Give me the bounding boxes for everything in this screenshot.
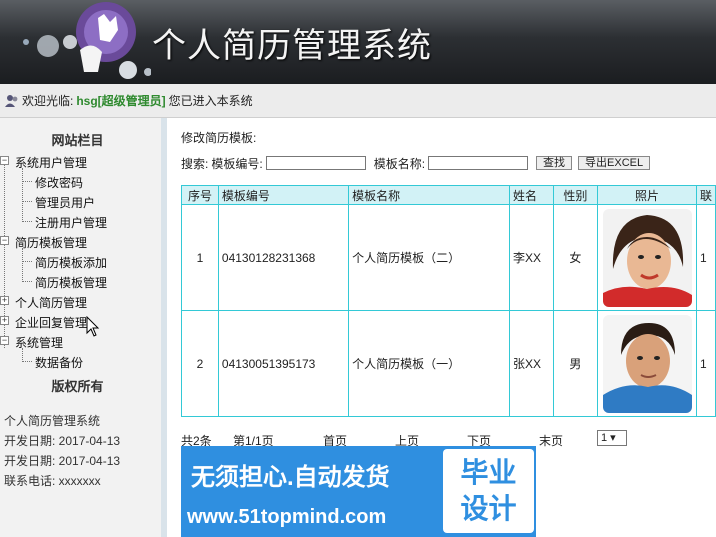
search-bar: 搜索: 模板编号: 模板名称: 查找 导出EXCEL [181,155,656,171]
cell-template-code: 04130051395173 [217,310,350,417]
cell-photo [597,310,697,417]
tree-branch [22,168,23,222]
banner-stamp: 毕业 设计 [443,449,534,533]
copyright-title: 版权所有 [51,380,104,395]
user-icon [5,94,18,107]
collapse-icon[interactable]: − [0,236,9,245]
table-header-row: 序号 模板编号 模板名称 姓名 性别 照片 联 [181,185,716,205]
sidebar-item-admin-users[interactable]: 管理员用户 [35,194,95,211]
sidebar-group-system-mgmt[interactable]: 系统管理 [15,334,63,351]
page-title: 修改简历模板: [181,131,257,145]
search-button[interactable]: 查找 [536,156,573,170]
sidebar-item-change-password[interactable]: 修改密码 [35,174,83,191]
sidebar-item-registered-users[interactable]: 注册用户管理 [35,214,107,231]
info-phone: 联系电话: xxxxxxx [4,474,101,488]
template-table: 序号 模板编号 模板名称 姓名 性别 照片 联 1 04130128231368… [181,185,716,417]
cell-contact: 1 [695,204,716,311]
info-dev-date-2: 开发日期: 2017-04-13 [4,454,121,468]
promo-banner: 无须担心.自动发货 www.51topmind.com 毕业 设计 [181,446,536,537]
banner-url: www.51topmind.com [187,506,387,528]
cell-person-name: 张XX [508,310,554,417]
app-title: 个人简历管理系统 [152,26,432,66]
female-photo[interactable] [602,208,692,307]
col-template-code: 模板编号 [217,185,350,205]
search-label: 搜索: [181,156,209,171]
stamp-line-1: 毕业 [460,457,517,488]
sidebar: 网站栏目 − 系统用户管理 修改密码 管理员用户 注册用户管理 − 简历模板管理… [0,118,167,537]
export-excel-button[interactable]: 导出EXCEL [578,156,651,170]
table-row[interactable]: 1 04130128231368 个人简历模板（二） 李XX 女 1 [181,204,716,311]
cell-contact: 1 [695,310,716,417]
cell-index: 2 [181,310,219,417]
cell-template-name: 个人简历模板（二） [348,204,510,311]
cell-gender: 女 [552,204,599,311]
table-row[interactable]: 2 04130051395173 个人简历模板（一） 张XX 男 1 [181,310,716,417]
tree-connector [22,181,32,182]
collapse-icon[interactable]: − [0,156,9,165]
welcome-bar: 欢迎光临: hsg[超级管理员] 您已进入本系统 [0,84,716,118]
tree-connector [22,361,32,362]
sidebar-item-template-manage[interactable]: 简历模板管理 [35,274,107,291]
sidebar-item-template-add[interactable]: 简历模板添加 [35,254,107,271]
cell-photo [597,204,697,311]
app-header: 个人简历管理系统 [0,0,716,84]
welcome-prefix: 欢迎光临: [22,94,74,108]
sidebar-item-data-backup[interactable]: 数据备份 [35,354,83,371]
sidebar-group-template-mgmt[interactable]: 简历模板管理 [15,234,87,251]
collapse-icon[interactable]: − [0,336,9,345]
col-index: 序号 [181,185,219,205]
welcome-suffix: 您已进入本系统 [168,94,253,108]
logo-icon [23,2,151,79]
mouse-cursor-icon [86,316,100,337]
col-photo: 照片 [597,185,697,205]
tree-branch [22,248,23,282]
page-select[interactable]: 1 ▾ [597,430,627,446]
cell-template-name: 个人简历模板（一） [348,310,510,417]
male-photo[interactable] [602,314,692,413]
sidebar-group-reply-mgmt[interactable]: 企业回复管理 [15,314,87,331]
col-contact: 联 [695,185,716,205]
template-code-label: 模板编号: [211,156,263,171]
tree-connector [22,221,32,222]
pager-last-link[interactable]: 末页 [539,432,589,449]
tree-connector [22,261,32,262]
sidebar-column-title: 网站栏目 [51,134,104,149]
info-system-name: 个人简历管理系统 [4,414,101,428]
expand-icon[interactable]: + [0,296,9,305]
template-code-input[interactable] [265,156,366,170]
tree-connector [22,201,32,202]
sidebar-group-user-mgmt[interactable]: 系统用户管理 [15,154,87,171]
col-person-name: 姓名 [508,185,554,205]
cell-person-name: 李XX [508,204,554,311]
info-dev-date: 开发日期: 2017-04-13 [4,434,121,448]
sidebar-group-resume-mgmt[interactable]: 个人简历管理 [15,294,87,311]
expand-icon[interactable]: + [0,316,9,325]
tree-connector [22,281,32,282]
username: hsg[超级管理员] [76,94,166,108]
col-gender: 性别 [552,185,599,205]
cell-template-code: 04130128231368 [217,204,350,311]
template-name-label: 模板名称: [373,156,426,171]
stamp-line-2: 设计 [460,493,517,524]
cell-index: 1 [181,204,219,311]
template-name-input[interactable] [428,156,529,170]
banner-slogan: 无须担心.自动发货 [191,464,390,491]
cell-gender: 男 [552,310,599,417]
col-template-name: 模板名称 [348,185,510,205]
